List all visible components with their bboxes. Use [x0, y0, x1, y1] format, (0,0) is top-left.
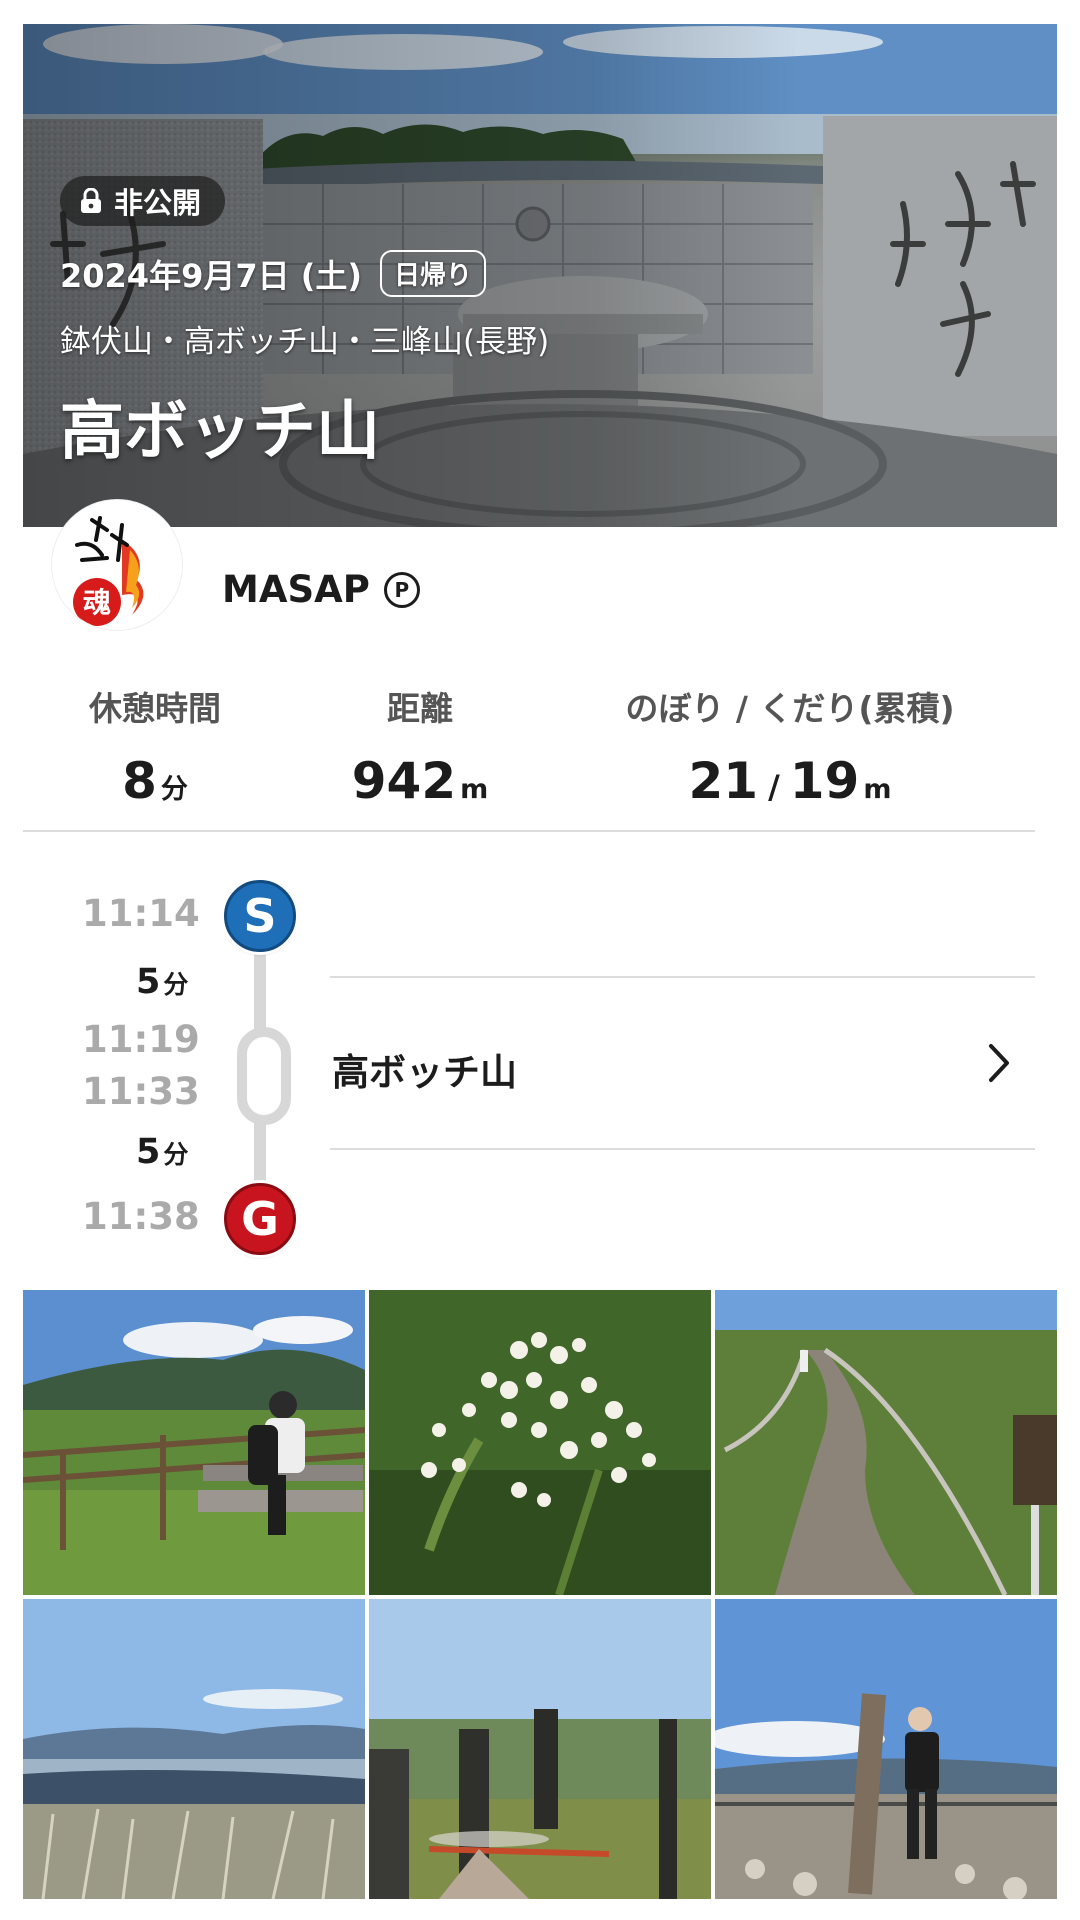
divider	[330, 976, 1035, 978]
photo-trail-sign	[715, 1290, 1057, 1595]
avatar[interactable]: 魂	[52, 500, 182, 630]
photo-thumbnail[interactable]	[23, 1599, 365, 1899]
activity-date: 2024年9月7日 (土)	[60, 256, 362, 295]
svg-text:魂: 魂	[83, 586, 111, 619]
private-label: 非公開	[114, 186, 202, 220]
leg-duration: 5分	[136, 962, 189, 1002]
user-logo-image: 魂	[73, 516, 144, 626]
user-name: MASAP	[222, 568, 370, 611]
waypoint-name[interactable]: 高ボッチ山	[332, 1042, 517, 1096]
stat-value: 21/19 m	[688, 752, 892, 810]
photo-thumbnail[interactable]	[23, 1290, 365, 1595]
divider	[330, 1148, 1035, 1150]
chevron-right-icon[interactable]	[985, 1042, 1013, 1084]
stat-distance: 距離 942 m	[345, 682, 495, 810]
photo-white-flowers	[369, 1290, 711, 1595]
activity-date-row: 2024年9月7日 (土) 日帰り	[60, 250, 487, 297]
photo-lake-view	[23, 1599, 365, 1899]
waypoint-marker-icon	[237, 1027, 291, 1125]
start-time: 11:14	[82, 892, 200, 935]
stat-value: 8分	[122, 752, 188, 810]
goal-marker-icon: G	[224, 1183, 296, 1255]
activity-title: 高ボッチ山	[60, 395, 380, 469]
premium-badge-icon: P	[383, 571, 420, 608]
divider	[23, 830, 1035, 832]
photo-thumbnail[interactable]	[715, 1290, 1057, 1595]
cover-photo[interactable]: 非公開 2024年9月7日 (土) 日帰り 鉢伏山・高ボッチ山・三峰山(長野) …	[23, 24, 1057, 527]
photo-summit-marker	[715, 1599, 1057, 1899]
stat-elevation: のぼり / くだり(累積) 21/19 m	[610, 682, 970, 810]
start-marker-icon: S	[224, 880, 296, 952]
mountain-area[interactable]: 鉢伏山・高ボッチ山・三峰山(長野)	[60, 316, 549, 361]
user-name-row[interactable]: MASAP P	[222, 568, 420, 611]
photo-thumbnail[interactable]	[715, 1599, 1057, 1899]
waypoint-arrive-time: 11:19	[82, 1018, 200, 1061]
stat-label: 距離	[387, 689, 453, 728]
photo-thumbnail[interactable]	[369, 1290, 711, 1595]
photo-person-on-bench	[23, 1290, 365, 1595]
photo-dragonfly	[369, 1599, 711, 1899]
stat-rest-time: 休憩時間 8分	[80, 682, 230, 810]
stat-value: 942 m	[351, 752, 489, 810]
stat-label: のぼり / くだり(累積)	[625, 689, 955, 728]
photo-thumbnail[interactable]	[369, 1599, 711, 1899]
goal-time: 11:38	[82, 1195, 200, 1238]
waypoint-depart-time: 11:33	[82, 1070, 200, 1113]
private-badge: 非公開	[60, 176, 226, 226]
leg-duration: 5分	[136, 1132, 189, 1172]
trip-type-badge: 日帰り	[380, 250, 487, 297]
stat-label: 休憩時間	[89, 689, 221, 728]
lock-icon	[81, 188, 101, 213]
